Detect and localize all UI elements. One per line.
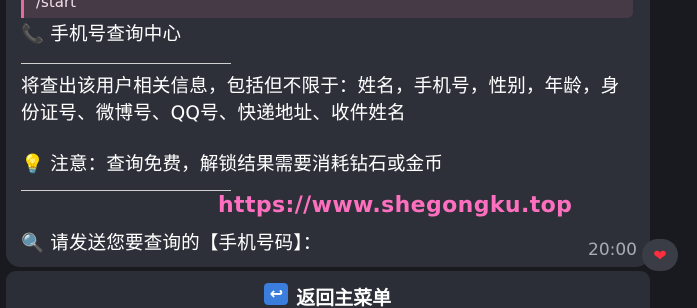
divider <box>21 63 231 64</box>
lightbulb-icon: 💡 <box>21 154 45 175</box>
magnifier-icon: 🔍 <box>21 233 45 254</box>
notice-text: 注意：查询免费，解锁结果需要消耗钻石或金币 <box>50 154 443 175</box>
message-time: 20:00 <box>588 240 637 260</box>
notice-line: 💡 注意：查询免费，解锁结果需要消耗钻石或金币 <box>21 153 443 177</box>
prompt-text: 请发送您要查询的【手机号码】： <box>50 233 322 254</box>
prompt-line: 🔍 请发送您要查询的【手机号码】： <box>21 232 322 256</box>
return-main-menu-label: 返回主菜单 <box>296 287 392 308</box>
phone-icon: 📞 <box>21 24 45 45</box>
heart-icon: ❤ <box>653 245 667 265</box>
return-arrow-icon: ↩ <box>264 283 289 305</box>
chat-view: /start 📞 手机号查询中心 将查出该用户相关信息，包括但不限于：姓名，手机号… <box>0 0 697 308</box>
title-text: 手机号查询中心 <box>50 24 182 45</box>
description-line-2: 份证号、微博号、QQ号、快递地址、收件姓名 <box>21 103 406 124</box>
reaction-badge[interactable]: ❤ <box>642 239 678 271</box>
description-line-1: 将查出该用户相关信息，包括但不限于：姓名，手机号，性别，年龄，身 <box>21 76 620 97</box>
watermark-url: https://www.shegongku.top <box>218 193 573 218</box>
reply-quote[interactable]: /start <box>21 0 633 18</box>
message-title: 📞 手机号查询中心 <box>21 23 181 47</box>
reply-quote-text: /start <box>36 0 76 11</box>
return-main-menu-button[interactable]: ↩ 返回主菜单 <box>6 271 650 308</box>
divider <box>21 190 231 191</box>
